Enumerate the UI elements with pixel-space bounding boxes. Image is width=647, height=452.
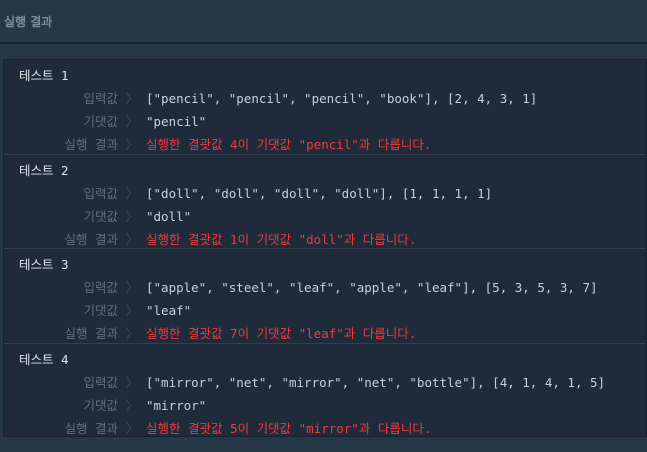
expected-value: "pencil" (146, 114, 207, 129)
chevron-right-icon: 〉 (125, 374, 139, 390)
expected-value: "leaf" (146, 303, 192, 318)
result-value: 실행한 결괏값 1이 기댓값 "doll"과 다릅니다. (146, 231, 417, 247)
expected-value: "mirror" (146, 397, 207, 413)
expected-line: 기댓값 〉 "pencil" (4, 110, 646, 133)
test-title: 테스트 3 (19, 257, 69, 272)
result-label: 실행 결과 (64, 420, 118, 436)
result-value: 실행한 결괏값 7이 기댓값 "leaf"과 다릅니다. (146, 326, 417, 341)
chevron-right-icon: 〉 (125, 114, 139, 129)
results-title: 실행 결과 (4, 14, 53, 29)
input-label: 입력값 (83, 280, 118, 295)
input-line: 입력값 〉 ["pencil", "pencil", "pencil", "bo… (4, 87, 646, 110)
chevron-right-icon: 〉 (125, 397, 139, 413)
input-line: 입력값 〉 ["doll", "doll", "doll", "doll"], … (4, 182, 646, 205)
expected-label: 기댓값 (83, 397, 118, 413)
result-line: 실행 결과 〉 실행한 결괏값 7이 기댓값 "leaf"과 다릅니다. (4, 322, 646, 345)
input-value: ["pencil", "pencil", "pencil", "book"], … (146, 91, 538, 106)
result-label: 실행 결과 (64, 326, 118, 341)
expected-line: 기댓값 〉 "doll" (4, 205, 646, 228)
result-label: 실행 결과 (64, 231, 118, 247)
chevron-right-icon: 〉 (125, 326, 139, 341)
chevron-right-icon: 〉 (125, 185, 139, 201)
result-line: 실행 결과 〉 실행한 결괏값 5이 기댓값 "mirror"과 다릅니다. (4, 417, 646, 440)
chevron-right-icon: 〉 (125, 303, 139, 318)
result-label: 실행 결과 (64, 137, 118, 152)
expected-label: 기댓값 (83, 303, 118, 318)
chevron-right-icon: 〉 (125, 231, 139, 247)
chevron-right-icon: 〉 (125, 420, 139, 436)
input-value: ["apple", "steel", "leaf", "apple", "lea… (146, 280, 598, 295)
input-label: 입력값 (83, 374, 118, 390)
chevron-right-icon: 〉 (125, 280, 139, 295)
result-line: 실행 결과 〉 실행한 결괏값 1이 기댓값 "doll"과 다릅니다. (4, 228, 646, 251)
input-value: ["doll", "doll", "doll", "doll"], [1, 1,… (146, 185, 493, 201)
input-value: ["mirror", "net", "mirror", "net", "bott… (146, 374, 606, 390)
chevron-right-icon: 〉 (125, 137, 139, 152)
expected-label: 기댓값 (83, 208, 118, 224)
input-line: 입력값 〉 ["apple", "steel", "leaf", "apple"… (4, 276, 646, 299)
result-value: 실행한 결괏값 4이 기댓값 "pencil"과 다릅니다. (146, 137, 432, 152)
results-header: 실행 결과 (0, 0, 647, 44)
expected-value: "doll" (146, 208, 192, 224)
results-panel: 테스트 1 입력값 〉 ["pencil", "pencil", "pencil… (3, 59, 647, 437)
input-label: 입력값 (83, 91, 118, 106)
test-case: 테스트 1 입력값 〉 ["pencil", "pencil", "pencil… (4, 60, 646, 155)
chevron-right-icon: 〉 (125, 91, 139, 106)
result-line: 실행 결과 〉 실행한 결괏값 4이 기댓값 "pencil"과 다릅니다. (4, 133, 646, 156)
test-case: 테스트 4 입력값 〉 ["mirror", "net", "mirror", … (4, 344, 646, 439)
test-title: 테스트 1 (19, 68, 69, 83)
test-case: 테스트 3 입력값 〉 ["apple", "steel", "leaf", "… (4, 249, 646, 344)
chevron-right-icon: 〉 (125, 208, 139, 224)
test-title: 테스트 4 (19, 351, 69, 367)
test-case: 테스트 2 입력값 〉 ["doll", "doll", "doll", "do… (4, 155, 646, 251)
input-line: 입력값 〉 ["mirror", "net", "mirror", "net",… (4, 371, 646, 394)
result-value: 실행한 결괏값 5이 기댓값 "mirror"과 다릅니다. (146, 420, 432, 436)
expected-line: 기댓값 〉 "leaf" (4, 299, 646, 322)
expected-label: 기댓값 (83, 114, 118, 129)
input-label: 입력값 (83, 185, 118, 201)
test-title: 테스트 2 (19, 162, 69, 178)
expected-line: 기댓값 〉 "mirror" (4, 394, 646, 417)
